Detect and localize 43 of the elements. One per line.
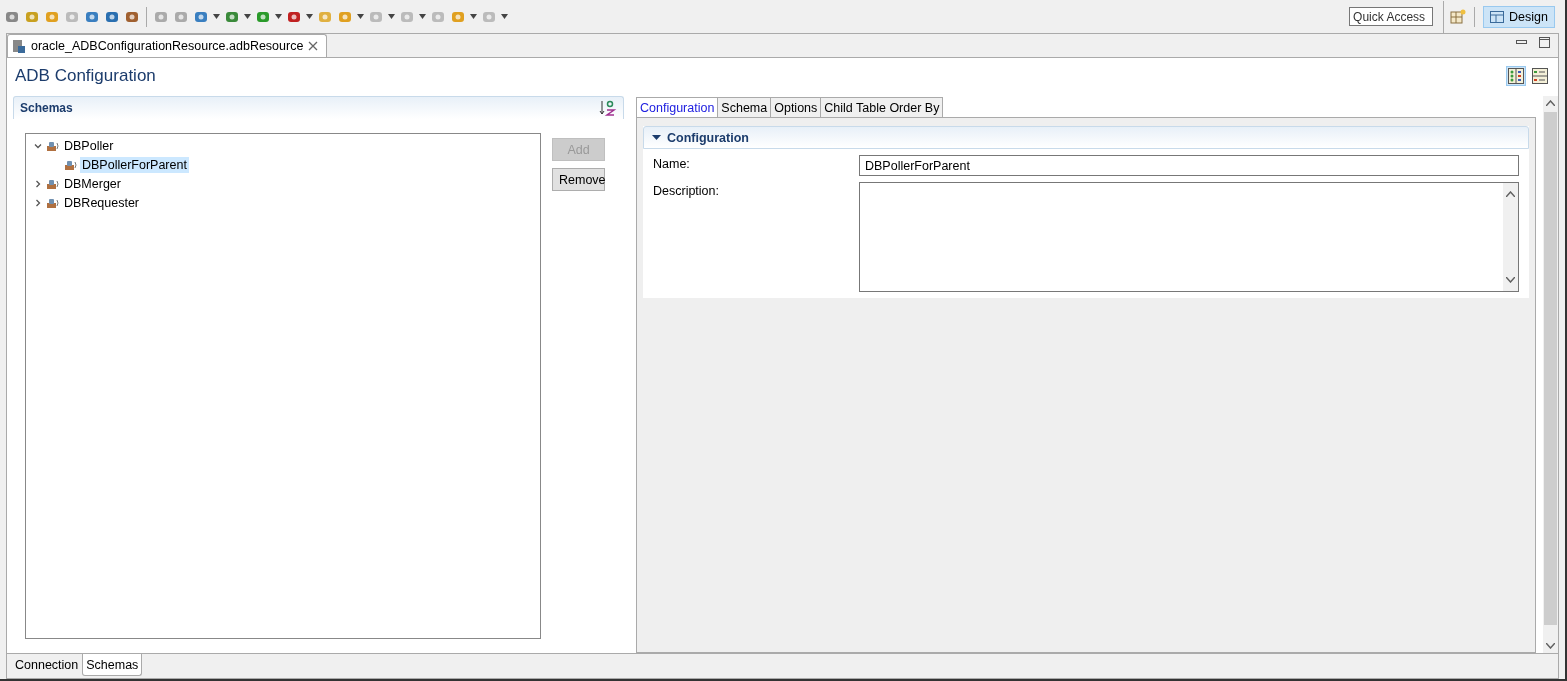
section-title: Schemas bbox=[20, 101, 73, 115]
name-field[interactable]: DBPollerForParent bbox=[859, 155, 1519, 176]
dropdown-caret-icon[interactable] bbox=[244, 14, 251, 19]
dropdown-caret-icon[interactable] bbox=[275, 14, 282, 19]
database-adapter-icon bbox=[46, 196, 60, 209]
tab[interactable]: Configuration bbox=[636, 97, 719, 118]
page-title: ADB Configuration bbox=[15, 66, 156, 86]
tree-item[interactable]: DBPollerForParent bbox=[80, 156, 189, 173]
field-label: Name: bbox=[653, 156, 691, 173]
remove-button[interactable]: Remove bbox=[552, 168, 605, 191]
rows-layout-icon[interactable] bbox=[1530, 66, 1550, 86]
database-adapter-icon bbox=[46, 139, 60, 152]
editor-tab[interactable]: oracle_ADBConfigurationResource.adbResource bbox=[7, 34, 328, 57]
table-layout-icon bbox=[1490, 10, 1505, 23]
vertical-scrollbar[interactable] bbox=[1543, 96, 1558, 653]
quick-access-field[interactable]: Quick Access bbox=[1349, 7, 1434, 26]
tab[interactable]: Child Table Order By bbox=[821, 97, 944, 118]
tree-item[interactable]: DBRequester bbox=[62, 194, 142, 211]
tab[interactable]: Schemas bbox=[82, 654, 143, 676]
tree-item[interactable]: DBPoller bbox=[62, 137, 116, 154]
columns-layout-icon[interactable] bbox=[1506, 66, 1526, 86]
expanded-triangle-icon[interactable] bbox=[652, 134, 661, 141]
description-field[interactable] bbox=[859, 182, 1519, 292]
dropdown-caret-icon[interactable] bbox=[419, 14, 426, 19]
dropdown-caret-icon[interactable] bbox=[306, 14, 313, 19]
dropdown-caret-icon[interactable] bbox=[357, 14, 364, 19]
tab[interactable]: Options bbox=[771, 97, 822, 118]
database-adapter-icon bbox=[46, 177, 60, 190]
maximize-icon[interactable] bbox=[1539, 37, 1550, 48]
dropdown-caret-icon[interactable] bbox=[470, 14, 477, 19]
tab[interactable]: Schema bbox=[718, 97, 772, 118]
database-adapter-icon bbox=[64, 158, 78, 171]
field-label: Description: bbox=[653, 183, 720, 200]
close-icon[interactable] bbox=[308, 41, 319, 51]
section-title: Configuration bbox=[667, 130, 749, 145]
dropdown-caret-icon[interactable] bbox=[213, 14, 220, 19]
tree-item[interactable]: DBMerger bbox=[62, 175, 123, 192]
file-icon bbox=[12, 38, 26, 54]
design-perspective-button[interactable]: Design bbox=[1483, 5, 1555, 28]
dropdown-caret-icon[interactable] bbox=[501, 14, 508, 19]
sort-alphabetically-icon[interactable] bbox=[599, 99, 617, 117]
open-perspective-icon[interactable] bbox=[1450, 8, 1467, 25]
dropdown-caret-icon[interactable] bbox=[388, 14, 395, 19]
